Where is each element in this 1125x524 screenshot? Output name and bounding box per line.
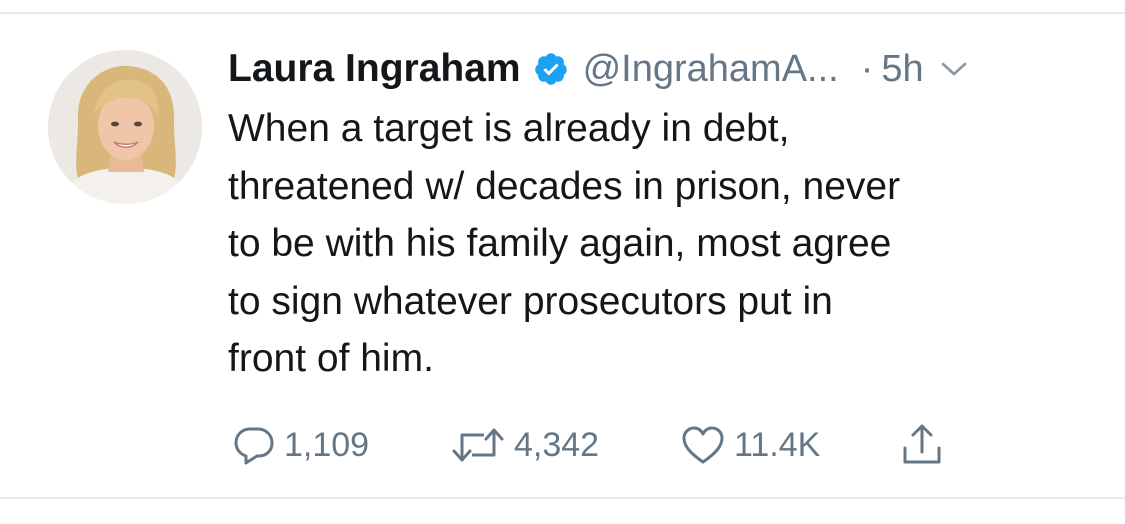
share-button[interactable] [900, 420, 944, 470]
top-divider [0, 12, 1125, 14]
tweet-text-line: front of him. [228, 337, 434, 380]
author-handle[interactable]: @IngrahamA... [583, 48, 839, 91]
tweet-text: When a target is already in debt, threat… [228, 100, 1088, 388]
retweet-count: 4,342 [514, 425, 600, 464]
chevron-down-icon[interactable] [940, 59, 968, 79]
reply-button[interactable]: 1,109 [232, 420, 369, 470]
verified-badge-icon [533, 51, 569, 87]
tweet-text-line: to sign whatever prosecutors put in [228, 279, 833, 323]
avatar-image [48, 50, 202, 204]
author-display-name[interactable]: Laura Ingraham [228, 47, 521, 91]
bottom-divider [0, 497, 1125, 499]
separator-dot: · [860, 47, 874, 90]
avatar[interactable] [48, 50, 202, 204]
tweet-timestamp[interactable]: 5h [881, 48, 923, 91]
share-icon [900, 422, 944, 468]
retweet-button[interactable]: 4,342 [450, 420, 599, 470]
tweet-text-line: When a target is already in debt, [228, 107, 790, 150]
tweet-text-line: to be with his family again, most agree [228, 222, 892, 265]
reply-icon [232, 423, 276, 467]
tweet-header: Laura Ingraham @IngrahamA... · 5h [228, 44, 968, 94]
tweet-actions: 1,109 4,342 11.4K [228, 420, 988, 470]
reply-count: 1,109 [284, 425, 370, 464]
like-count: 11.4K [734, 425, 821, 464]
heart-icon [680, 423, 726, 467]
retweet-icon [450, 423, 506, 467]
like-button[interactable]: 11.4K [680, 420, 820, 470]
tweet-text-line: threatened w/ decades in prison, never [228, 164, 901, 208]
